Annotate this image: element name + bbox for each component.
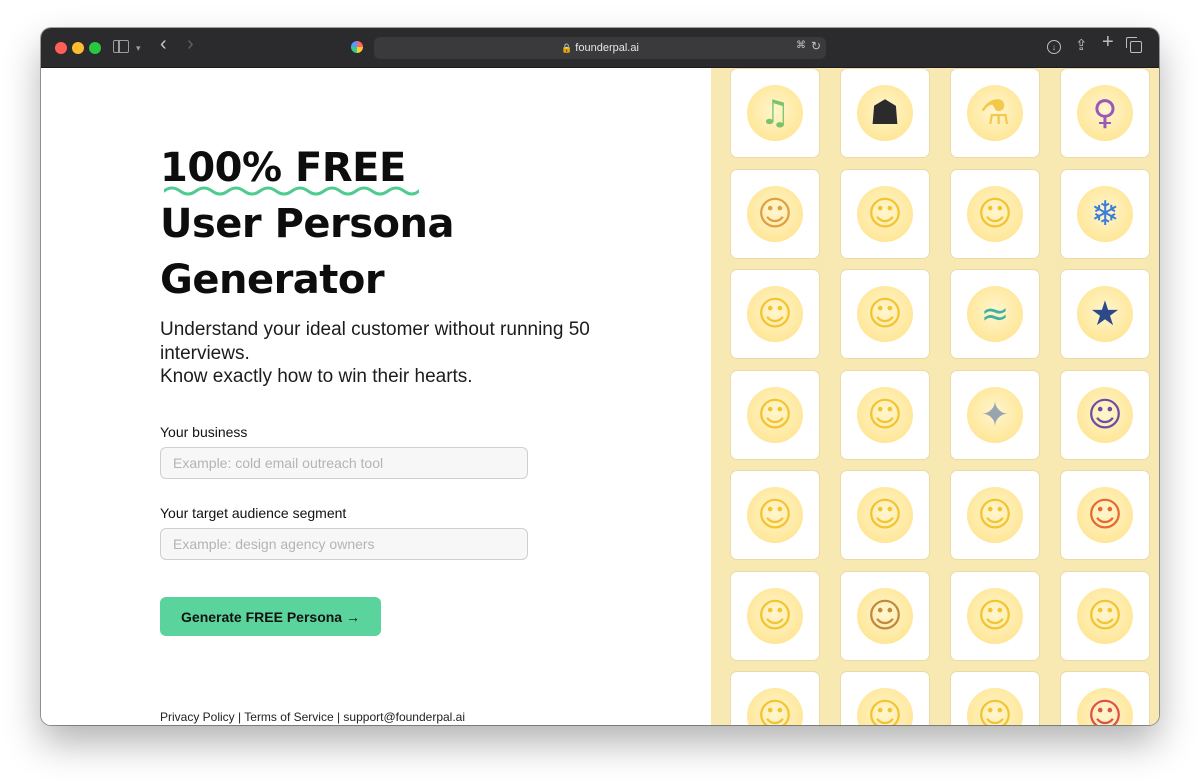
subtitle-line1: Understand your ideal customer without r… <box>160 319 590 364</box>
surfer-icon: ≈ <box>967 286 1023 342</box>
squiggle-underline <box>164 186 419 196</box>
persona-card: ☺ <box>1061 571 1149 660</box>
persona-card: ♫ <box>731 69 819 157</box>
persona-card: ☺ <box>731 270 819 358</box>
close-window-button[interactable] <box>55 42 67 54</box>
browser-window: ▾ ‹ › 🔒 founderpal.ai ⌘ ↻ ↓ ⇪ + 100% FREE… <box>41 28 1159 725</box>
persona-card: ❄ <box>1061 169 1149 258</box>
headline-line3: Generator <box>160 257 385 303</box>
persona-card: ☺ <box>841 471 929 559</box>
persona-card: ☺ <box>731 169 819 258</box>
green-hair-singer-icon: ♫ <box>747 85 803 141</box>
hero-subtitle: Understand your ideal customer without r… <box>160 318 640 389</box>
persona-card: ☗ <box>841 69 929 157</box>
persona-card: ☺ <box>1061 370 1149 459</box>
downloads-icon[interactable]: ↓ <box>1047 40 1061 54</box>
person-with-turban-icon: ☺ <box>967 587 1023 644</box>
support-email-link[interactable]: support@founderpal.ai <box>343 710 465 724</box>
persona-card: ⚗ <box>951 69 1039 157</box>
persona-card: ★ <box>1061 270 1149 358</box>
persona-card: ☺ <box>1061 672 1149 725</box>
weightlifter-icon: ☺ <box>857 688 913 725</box>
share-icon[interactable]: ⇪ <box>1075 37 1088 55</box>
man-teacher-icon: ☺ <box>747 286 803 342</box>
man-icon: ☺ <box>747 487 803 543</box>
man-in-tuxedo-icon: ☺ <box>857 185 913 242</box>
hero-section: 100% FREE User Persona Generator Underst… <box>41 68 711 725</box>
new-tab-icon[interactable]: + <box>1102 32 1114 52</box>
curly-haired-man-icon: ☺ <box>747 587 803 644</box>
reload-icon[interactable]: ↻ <box>811 39 821 53</box>
bearded-man-icon: ☺ <box>747 185 803 242</box>
persona-card: ☺ <box>1061 471 1149 559</box>
persona-card: ☺ <box>841 672 929 725</box>
headline-line2: User Persona <box>160 201 455 247</box>
browser-toolbar: ▾ ‹ › 🔒 founderpal.ai ⌘ ↻ ↓ ⇪ + <box>41 28 1159 68</box>
tab-overview-icon[interactable] <box>1126 37 1142 53</box>
audience-label: Your target audience segment <box>160 505 347 521</box>
persona-card: ☺ <box>841 169 929 258</box>
snowboarder-icon: ❄ <box>1077 185 1133 242</box>
translate-icon[interactable]: ⌘ <box>796 40 806 51</box>
pregnant-woman-icon: ♀ <box>1077 85 1133 141</box>
back-arrow-icon[interactable]: ‹ <box>160 34 167 54</box>
persona-card: ☺ <box>841 270 929 358</box>
business-label: Your business <box>160 424 248 440</box>
page-content: 100% FREE User Persona Generator Underst… <box>41 68 1159 725</box>
chevron-down-icon[interactable]: ▾ <box>136 39 141 57</box>
persona-card: ☺ <box>731 471 819 559</box>
privacy-policy-link[interactable]: Privacy Policy <box>160 710 235 724</box>
woman-teacher-icon: ☺ <box>967 487 1023 543</box>
sidebar-toggle-icon[interactable] <box>113 40 129 53</box>
footer-separator: | <box>333 710 344 724</box>
address-bar[interactable]: 🔒 founderpal.ai ⌘ ↻ <box>374 37 826 59</box>
terms-of-service-link[interactable]: Terms of Service <box>244 710 333 724</box>
cyclist-icon: ☺ <box>1077 688 1133 725</box>
minimize-window-button[interactable] <box>72 42 84 54</box>
woman-scientist-icon: ⚗ <box>967 85 1023 141</box>
older-woman-icon: ☺ <box>747 386 803 443</box>
persona-card: ♀ <box>1061 69 1149 157</box>
subtitle-line2: Know exactly how to win their hearts. <box>160 366 473 387</box>
persona-card: ☺ <box>841 370 929 459</box>
bride-with-veil-icon: ☺ <box>967 185 1023 242</box>
woman-icon: ☺ <box>1077 587 1133 644</box>
lock-icon: 🔒 <box>561 43 573 53</box>
forward-arrow-icon[interactable]: › <box>187 34 194 54</box>
url-text: founderpal.ai <box>575 42 639 54</box>
man-with-beret-icon: ☺ <box>747 688 803 725</box>
persona-card: ☺ <box>731 571 819 660</box>
woman-welder-icon: ☺ <box>857 286 913 342</box>
cook-icon: ☺ <box>857 487 913 543</box>
persona-card: ☺ <box>951 672 1039 725</box>
police-officer-icon: ★ <box>1077 286 1133 342</box>
persona-card: ☺ <box>951 571 1039 660</box>
persona-card: ☺ <box>841 571 929 660</box>
persona-card: ☺ <box>731 370 819 459</box>
footer-links: Privacy Policy | Terms of Service | supp… <box>160 710 465 724</box>
audience-input[interactable] <box>160 528 528 560</box>
blond-man-icon: ☺ <box>967 688 1023 725</box>
farmer-icon: ☺ <box>857 587 913 644</box>
person-feeding-baby-icon: ☺ <box>857 386 913 443</box>
ninja-icon: ☗ <box>857 85 913 141</box>
persona-card: ☺ <box>951 471 1039 559</box>
persona-card: ✦ <box>951 370 1039 459</box>
red-haired-woman-icon: ☺ <box>1077 487 1133 543</box>
site-favicon-icon <box>351 41 363 53</box>
persona-card: ☺ <box>731 672 819 725</box>
persona-gallery: ♫ ☗ ⚗ ♀ ☺ ☺ ☺ ❄ ☺ ☺ ≈ ★ ☺ ☺ ✦ ☺ ☺ ☺ ☺ ☺ ☺ ☺ ☺ ☺ ☺ ☺ ☺ ☺ <box>711 68 1159 725</box>
footer-separator: | <box>234 710 245 724</box>
generate-persona-button[interactable]: Generate FREE Persona → <box>160 597 381 636</box>
business-input[interactable] <box>160 447 528 479</box>
astronaut-icon: ✦ <box>967 386 1023 443</box>
persona-card: ☺ <box>951 169 1039 258</box>
zoom-window-button[interactable] <box>89 42 101 54</box>
persona-card: ≈ <box>951 270 1039 358</box>
woman-with-headscarf-icon: ☺ <box>1077 386 1133 443</box>
address-bar-url: 🔒 founderpal.ai <box>374 37 826 59</box>
